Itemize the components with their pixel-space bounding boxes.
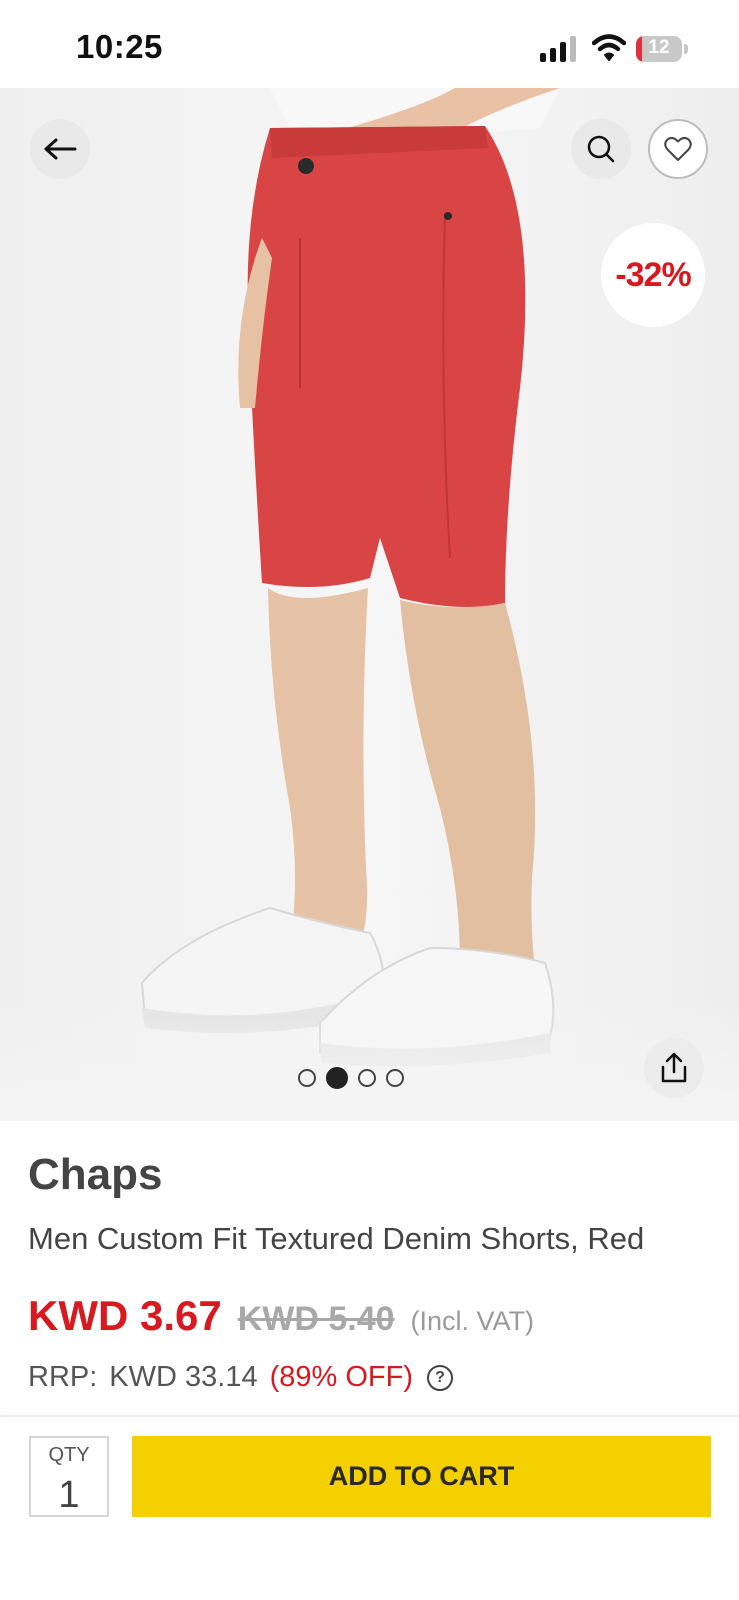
cellular-signal-icon <box>540 36 580 62</box>
rrp-discount: (89% OFF) <box>269 1361 413 1393</box>
quantity-selector[interactable]: QTY 1 <box>29 1436 109 1517</box>
battery-icon: 12 <box>636 36 688 62</box>
pagination-dot-active[interactable] <box>326 1067 348 1089</box>
vat-note: (Incl. VAT) <box>410 1306 535 1336</box>
battery-level: 12 <box>648 37 670 58</box>
pagination-dot[interactable] <box>358 1069 376 1087</box>
pagination-dot[interactable] <box>298 1069 316 1087</box>
image-pagination[interactable] <box>298 1067 404 1089</box>
wifi-icon <box>591 32 627 62</box>
product-image-gallery[interactable]: -32% <box>0 88 739 1121</box>
discount-badge: -32% <box>601 223 705 327</box>
back-button[interactable] <box>30 119 90 179</box>
share-button[interactable] <box>644 1038 704 1098</box>
original-price: KWD 5.40 <box>237 1300 395 1338</box>
qty-value: 1 <box>58 1474 80 1516</box>
back-arrow-icon <box>44 138 77 160</box>
help-icon[interactable]: ? <box>427 1364 453 1391</box>
add-to-cart-button[interactable]: ADD TO CART <box>132 1436 711 1517</box>
qty-label: QTY <box>48 1444 90 1466</box>
status-bar: 10:25 12 <box>0 0 739 88</box>
search-icon <box>587 135 615 163</box>
search-button[interactable] <box>571 119 631 179</box>
divider <box>0 1415 739 1417</box>
rrp-label: RRP: <box>28 1361 98 1393</box>
brand-name[interactable]: Chaps <box>28 1150 162 1200</box>
pagination-dot[interactable] <box>386 1069 404 1087</box>
share-icon <box>661 1052 687 1083</box>
status-time: 10:25 <box>76 28 163 65</box>
heart-icon <box>664 136 692 161</box>
rrp-value: KWD 33.14 <box>109 1361 258 1393</box>
wishlist-button[interactable] <box>648 119 708 179</box>
current-price: KWD 3.67 <box>28 1292 222 1339</box>
price-row: KWD 3.67 KWD 5.40 (Incl. VAT) <box>28 1292 534 1340</box>
product-title: Men Custom Fit Textured Denim Shorts, Re… <box>28 1221 645 1256</box>
rrp-row: RRP: KWD 33.14 (89% OFF) ? <box>28 1361 453 1394</box>
